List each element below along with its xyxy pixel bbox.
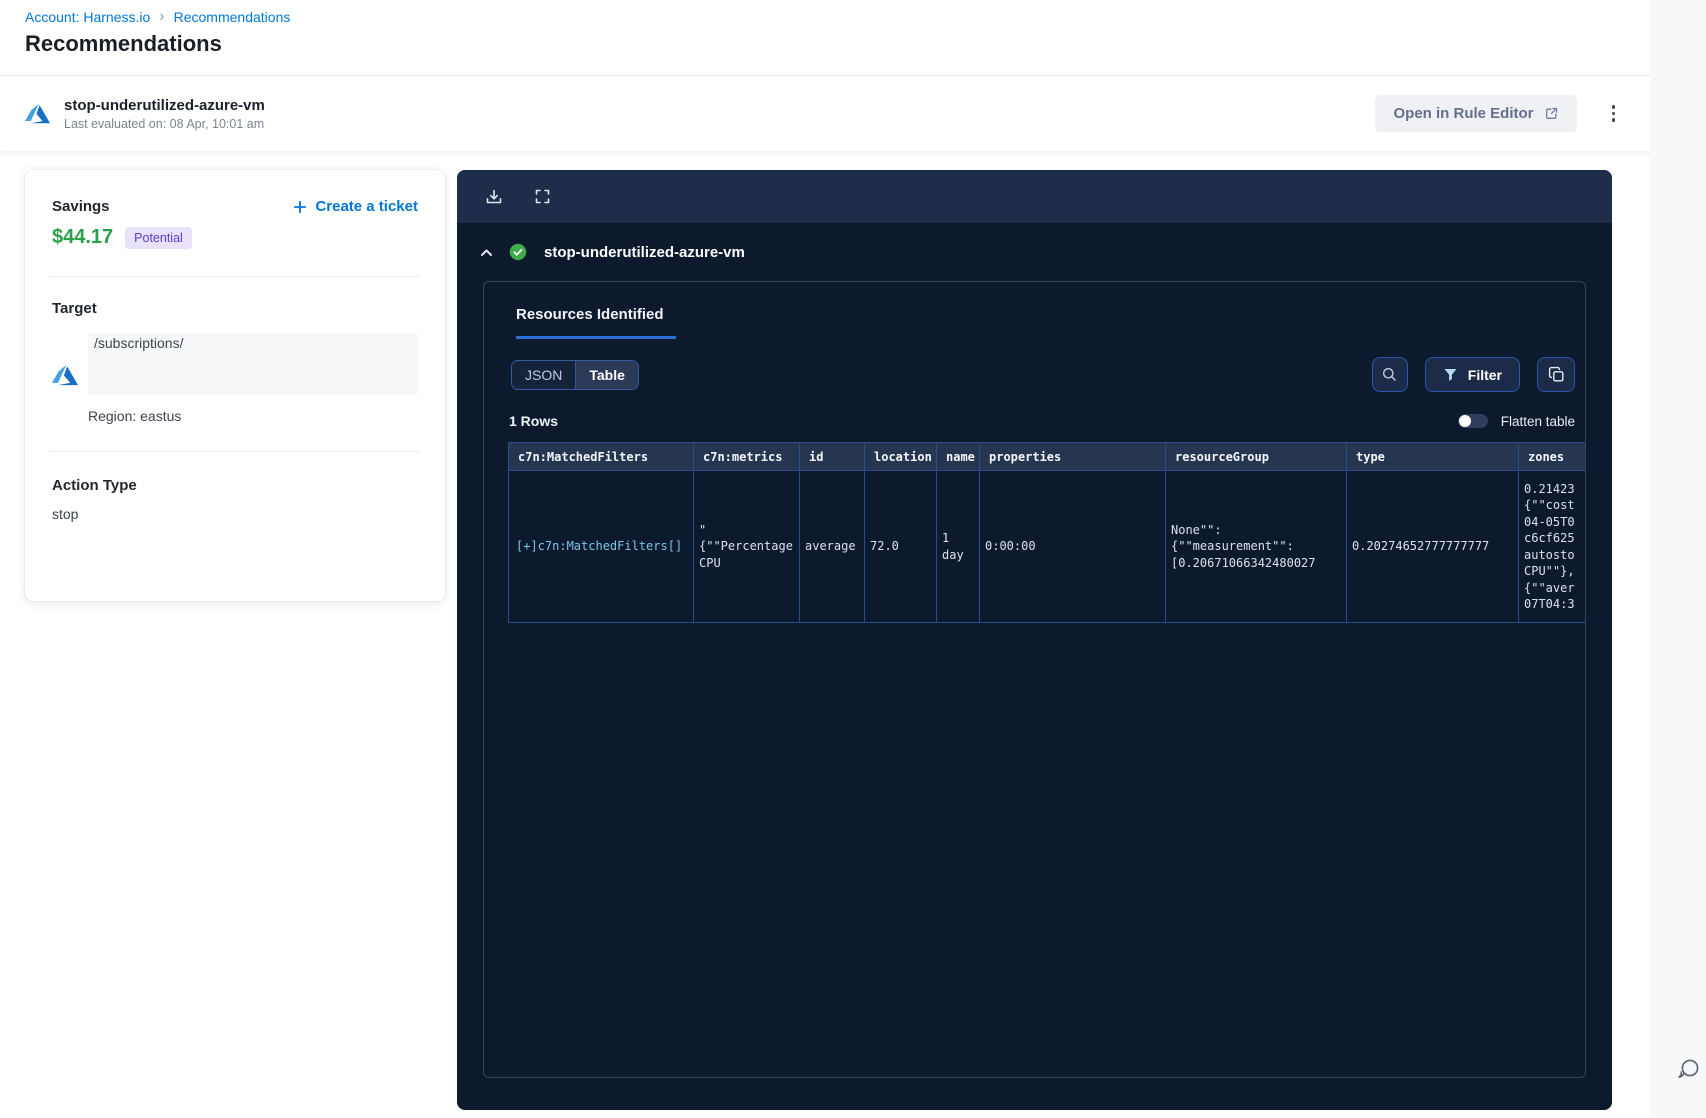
cell-zones: 0.21423 {""cost 04-05T0 c6cf625 autosto … bbox=[1518, 470, 1585, 623]
kebab-menu-icon[interactable] bbox=[1607, 99, 1621, 128]
plus-icon bbox=[293, 200, 307, 214]
download-icon[interactable] bbox=[485, 188, 503, 206]
breadcrumb-account-link[interactable]: Account: Harness.io bbox=[25, 9, 150, 25]
target-path: /subscriptions/ bbox=[94, 335, 184, 351]
savings-amount: $44.17 bbox=[52, 226, 114, 248]
fullscreen-icon[interactable] bbox=[534, 188, 551, 205]
search-icon bbox=[1381, 366, 1398, 383]
copy-icon bbox=[1548, 366, 1565, 383]
column-header: zones bbox=[1518, 442, 1585, 471]
view-toggle-table[interactable]: Table bbox=[575, 360, 638, 389]
table-header-row: c7n:MatchedFilters c7n:metrics id locati… bbox=[508, 442, 1585, 471]
target-region: Region: eastus bbox=[88, 408, 182, 424]
matched-filters-expand-link[interactable]: [+]c7n:MatchedFilters[] bbox=[508, 470, 694, 623]
cell-resource-group: None"": {""measurement"": [0.20671066342… bbox=[1165, 470, 1347, 623]
target-block: /subscriptions/ bbox=[52, 333, 418, 395]
chevron-up-icon[interactable] bbox=[479, 246, 494, 259]
create-ticket-button[interactable]: Create a ticket bbox=[293, 198, 418, 215]
column-header: location bbox=[864, 442, 937, 471]
resources-identified-container: Resources Identified JSON Table Filter 1… bbox=[483, 281, 1586, 1078]
toggle-knob bbox=[1458, 415, 1471, 427]
resources-panel: stop-underutilized-azure-vm Resources Id… bbox=[457, 170, 1612, 1110]
table-row: [+]c7n:MatchedFilters[] " {""Percentage … bbox=[508, 470, 1585, 623]
recommendation-header: stop-underutilized-azure-vm Last evaluat… bbox=[0, 75, 1706, 151]
resources-table: c7n:MatchedFilters c7n:metrics id locati… bbox=[508, 442, 1585, 623]
column-header: resourceGroup bbox=[1165, 442, 1347, 471]
page: { "colors": { "accent_blue": "#0278d5", … bbox=[0, 0, 1706, 1118]
recommendation-title-block: stop-underutilized-azure-vm Last evaluat… bbox=[64, 97, 265, 131]
filter-label: Filter bbox=[1467, 366, 1502, 383]
tab-resources-identified[interactable]: Resources Identified bbox=[516, 306, 676, 339]
recommendation-last-evaluated: Last evaluated on: 08 Apr, 10:01 am bbox=[64, 116, 265, 131]
recommendation-identity: stop-underutilized-azure-vm Last evaluat… bbox=[25, 97, 265, 131]
action-type-label: Action Type bbox=[52, 477, 137, 494]
savings-label: Savings bbox=[52, 198, 110, 215]
flatten-control: Flatten table bbox=[1457, 413, 1575, 429]
target-redacted-region: /subscriptions/ bbox=[88, 333, 418, 395]
right-controls: Filter bbox=[1371, 357, 1575, 392]
rows-count: 1 Rows bbox=[509, 413, 559, 429]
flatten-table-toggle[interactable] bbox=[1457, 414, 1488, 428]
open-rule-editor-label: Open in Rule Editor bbox=[1393, 105, 1534, 122]
breadcrumb-recommendations-link[interactable]: Recommendations bbox=[174, 9, 291, 25]
azure-icon bbox=[52, 362, 78, 388]
cell-properties: 0:00:00 bbox=[979, 470, 1166, 623]
resources-table-wrap: c7n:MatchedFilters c7n:metrics id locati… bbox=[508, 442, 1585, 1077]
view-toggle: JSON Table bbox=[511, 359, 639, 390]
target-label: Target bbox=[52, 300, 97, 317]
action-type-value: stop bbox=[52, 506, 79, 522]
rows-info-row: 1 Rows Flatten table bbox=[484, 413, 1585, 429]
column-header: properties bbox=[979, 442, 1166, 471]
search-button[interactable] bbox=[1371, 357, 1408, 392]
view-toggle-json[interactable]: JSON bbox=[512, 361, 575, 389]
panel-toolbar bbox=[457, 170, 1612, 223]
column-header: c7n:metrics bbox=[693, 442, 800, 471]
card-divider bbox=[50, 451, 420, 452]
card-divider bbox=[50, 276, 420, 277]
external-link-icon bbox=[1544, 106, 1559, 121]
filter-funnel-icon bbox=[1443, 368, 1458, 382]
column-header: type bbox=[1346, 442, 1519, 471]
open-rule-editor-button[interactable]: Open in Rule Editor bbox=[1375, 95, 1577, 132]
recommendation-summary-card: Savings Create a ticket $44.17 Potential… bbox=[25, 170, 445, 601]
table-controls-row: JSON Table Filter bbox=[484, 357, 1585, 392]
column-header: name bbox=[936, 442, 980, 471]
breadcrumb: Account: Harness.io › Recommendations bbox=[25, 8, 291, 26]
check-circle-icon bbox=[509, 243, 527, 261]
column-header: id bbox=[799, 442, 865, 471]
tab-bar: Resources Identified bbox=[484, 282, 1585, 339]
page-title: Recommendations bbox=[25, 31, 222, 56]
breadcrumb-separator: › bbox=[159, 8, 165, 25]
azure-icon bbox=[25, 101, 50, 126]
create-ticket-label: Create a ticket bbox=[315, 198, 418, 215]
copy-button[interactable] bbox=[1537, 357, 1575, 392]
flatten-table-label: Flatten table bbox=[1500, 413, 1575, 429]
panel-rule-title: stop-underutilized-azure-vm bbox=[544, 243, 745, 261]
cell-name: 1 day bbox=[936, 470, 980, 623]
filter-button[interactable]: Filter bbox=[1424, 357, 1520, 392]
cell-location: 72.0 bbox=[864, 470, 937, 623]
column-header: c7n:MatchedFilters bbox=[508, 442, 694, 471]
right-gutter bbox=[1650, 0, 1706, 1118]
panel-titlebar: stop-underutilized-azure-vm bbox=[457, 223, 1612, 281]
cell-id: average bbox=[799, 470, 865, 623]
cell-type: 0.20274652777777777 bbox=[1346, 470, 1519, 623]
savings-potential-badge: Potential bbox=[125, 226, 192, 249]
cell-metrics: " {""Percentage CPU bbox=[693, 470, 800, 623]
recommendation-name: stop-underutilized-azure-vm bbox=[64, 96, 265, 114]
chat-bubble-icon[interactable] bbox=[1675, 1056, 1702, 1083]
